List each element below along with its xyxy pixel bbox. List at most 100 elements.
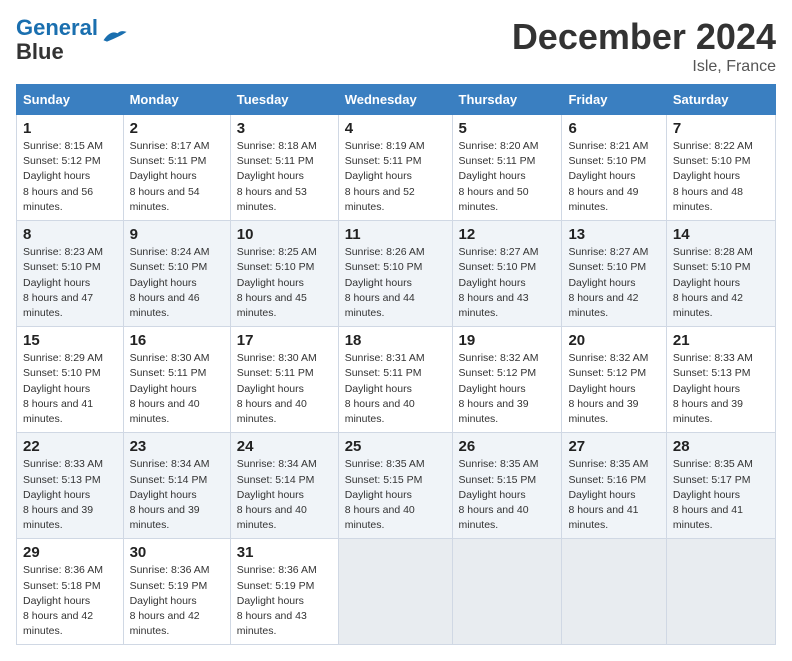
day-info: Sunrise: 8:32 AM Sunset: 5:12 PM Dayligh… — [568, 351, 659, 427]
sunset-label: Sunset: — [237, 261, 273, 273]
day-info: Sunrise: 8:26 AM Sunset: 5:10 PM Dayligh… — [345, 245, 446, 321]
calendar-cell: 4 Sunrise: 8:19 AM Sunset: 5:11 PM Dayli… — [338, 115, 452, 221]
daylight-duration: 8 hours and 39 minutes. — [130, 504, 200, 531]
sunset-label: Sunset: — [568, 367, 604, 379]
daylight-label: Daylight hours — [345, 489, 412, 501]
sunrise-label: Sunrise: — [568, 352, 607, 364]
sunset-label: Sunset: — [673, 474, 709, 486]
sunrise-label: Sunrise: — [459, 458, 498, 470]
calendar-cell: 30 Sunrise: 8:36 AM Sunset: 5:19 PM Dayl… — [123, 539, 230, 645]
day-number: 4 — [345, 120, 446, 137]
sunset-label: Sunset: — [130, 580, 166, 592]
day-info: Sunrise: 8:30 AM Sunset: 5:11 PM Dayligh… — [130, 351, 224, 427]
day-info: Sunrise: 8:17 AM Sunset: 5:11 PM Dayligh… — [130, 139, 224, 215]
daylight-label: Daylight hours — [459, 170, 526, 182]
daylight-label: Daylight hours — [23, 170, 90, 182]
day-number: 12 — [459, 226, 556, 243]
sunrise-label: Sunrise: — [673, 140, 712, 152]
month-title: December 2024 — [512, 16, 776, 58]
daylight-duration: 8 hours and 39 minutes. — [23, 504, 93, 531]
day-number: 13 — [568, 226, 659, 243]
daylight-duration: 8 hours and 41 minutes. — [568, 504, 638, 531]
week-row-2: 8 Sunrise: 8:23 AM Sunset: 5:10 PM Dayli… — [17, 221, 776, 327]
sunrise-label: Sunrise: — [237, 564, 276, 576]
calendar-cell: 11 Sunrise: 8:26 AM Sunset: 5:10 PM Dayl… — [338, 221, 452, 327]
day-info: Sunrise: 8:31 AM Sunset: 5:11 PM Dayligh… — [345, 351, 446, 427]
calendar-cell — [666, 539, 775, 645]
calendar-cell — [562, 539, 666, 645]
day-number: 18 — [345, 332, 446, 349]
calendar-table: SundayMondayTuesdayWednesdayThursdayFrid… — [16, 84, 776, 645]
daylight-label: Daylight hours — [237, 489, 304, 501]
sunset-label: Sunset: — [130, 474, 166, 486]
calendar-cell — [452, 539, 562, 645]
calendar-cell: 2 Sunrise: 8:17 AM Sunset: 5:11 PM Dayli… — [123, 115, 230, 221]
sunrise-label: Sunrise: — [345, 246, 384, 258]
daylight-label: Daylight hours — [568, 489, 635, 501]
sunset-label: Sunset: — [459, 474, 495, 486]
calendar-cell: 9 Sunrise: 8:24 AM Sunset: 5:10 PM Dayli… — [123, 221, 230, 327]
calendar-cell: 29 Sunrise: 8:36 AM Sunset: 5:18 PM Dayl… — [17, 539, 124, 645]
calendar-cell: 28 Sunrise: 8:35 AM Sunset: 5:17 PM Dayl… — [666, 433, 775, 539]
daylight-duration: 8 hours and 40 minutes. — [459, 504, 529, 531]
sunset-label: Sunset: — [345, 474, 381, 486]
daylight-duration: 8 hours and 56 minutes. — [23, 186, 93, 213]
calendar-cell: 25 Sunrise: 8:35 AM Sunset: 5:15 PM Dayl… — [338, 433, 452, 539]
daylight-label: Daylight hours — [130, 277, 197, 289]
sunrise-label: Sunrise: — [23, 564, 62, 576]
sunset-label: Sunset: — [568, 155, 604, 167]
daylight-label: Daylight hours — [237, 595, 304, 607]
sunrise-label: Sunrise: — [237, 246, 276, 258]
day-info: Sunrise: 8:33 AM Sunset: 5:13 PM Dayligh… — [673, 351, 769, 427]
calendar-cell: 20 Sunrise: 8:32 AM Sunset: 5:12 PM Dayl… — [562, 327, 666, 433]
daylight-duration: 8 hours and 42 minutes. — [673, 292, 743, 319]
day-info: Sunrise: 8:27 AM Sunset: 5:10 PM Dayligh… — [568, 245, 659, 321]
sunset-label: Sunset: — [459, 367, 495, 379]
daylight-duration: 8 hours and 40 minutes. — [237, 504, 307, 531]
daylight-duration: 8 hours and 42 minutes. — [23, 610, 93, 637]
sunrise-label: Sunrise: — [130, 352, 169, 364]
day-number: 2 — [130, 120, 224, 137]
day-number: 3 — [237, 120, 332, 137]
daylight-duration: 8 hours and 39 minutes. — [673, 398, 743, 425]
calendar-cell: 1 Sunrise: 8:15 AM Sunset: 5:12 PM Dayli… — [17, 115, 124, 221]
sunset-label: Sunset: — [237, 580, 273, 592]
day-info: Sunrise: 8:23 AM Sunset: 5:10 PM Dayligh… — [23, 245, 117, 321]
calendar-cell: 17 Sunrise: 8:30 AM Sunset: 5:11 PM Dayl… — [230, 327, 338, 433]
sunrise-label: Sunrise: — [23, 140, 62, 152]
calendar-cell: 6 Sunrise: 8:21 AM Sunset: 5:10 PM Dayli… — [562, 115, 666, 221]
daylight-duration: 8 hours and 44 minutes. — [345, 292, 415, 319]
sunrise-label: Sunrise: — [23, 458, 62, 470]
column-header-monday: Monday — [123, 85, 230, 115]
day-info: Sunrise: 8:36 AM Sunset: 5:19 PM Dayligh… — [130, 563, 224, 639]
daylight-label: Daylight hours — [459, 277, 526, 289]
sunrise-label: Sunrise: — [673, 246, 712, 258]
calendar-cell: 5 Sunrise: 8:20 AM Sunset: 5:11 PM Dayli… — [452, 115, 562, 221]
calendar-cell: 22 Sunrise: 8:33 AM Sunset: 5:13 PM Dayl… — [17, 433, 124, 539]
sunrise-label: Sunrise: — [345, 352, 384, 364]
sunset-label: Sunset: — [345, 155, 381, 167]
daylight-duration: 8 hours and 42 minutes. — [130, 610, 200, 637]
calendar-cell: 21 Sunrise: 8:33 AM Sunset: 5:13 PM Dayl… — [666, 327, 775, 433]
day-info: Sunrise: 8:20 AM Sunset: 5:11 PM Dayligh… — [459, 139, 556, 215]
daylight-duration: 8 hours and 40 minutes. — [345, 504, 415, 531]
calendar-cell: 15 Sunrise: 8:29 AM Sunset: 5:10 PM Dayl… — [17, 327, 124, 433]
daylight-label: Daylight hours — [459, 383, 526, 395]
daylight-duration: 8 hours and 49 minutes. — [568, 186, 638, 213]
daylight-label: Daylight hours — [237, 277, 304, 289]
day-info: Sunrise: 8:27 AM Sunset: 5:10 PM Dayligh… — [459, 245, 556, 321]
daylight-duration: 8 hours and 41 minutes. — [23, 398, 93, 425]
sunrise-label: Sunrise: — [130, 564, 169, 576]
sunset-label: Sunset: — [673, 155, 709, 167]
day-number: 6 — [568, 120, 659, 137]
sunset-label: Sunset: — [568, 261, 604, 273]
calendar-cell — [338, 539, 452, 645]
day-number: 7 — [673, 120, 769, 137]
sunset-label: Sunset: — [459, 261, 495, 273]
daylight-duration: 8 hours and 39 minutes. — [459, 398, 529, 425]
calendar-cell: 24 Sunrise: 8:34 AM Sunset: 5:14 PM Dayl… — [230, 433, 338, 539]
day-info: Sunrise: 8:35 AM Sunset: 5:15 PM Dayligh… — [459, 457, 556, 533]
sunset-label: Sunset: — [130, 261, 166, 273]
sunset-label: Sunset: — [130, 155, 166, 167]
sunrise-label: Sunrise: — [130, 458, 169, 470]
